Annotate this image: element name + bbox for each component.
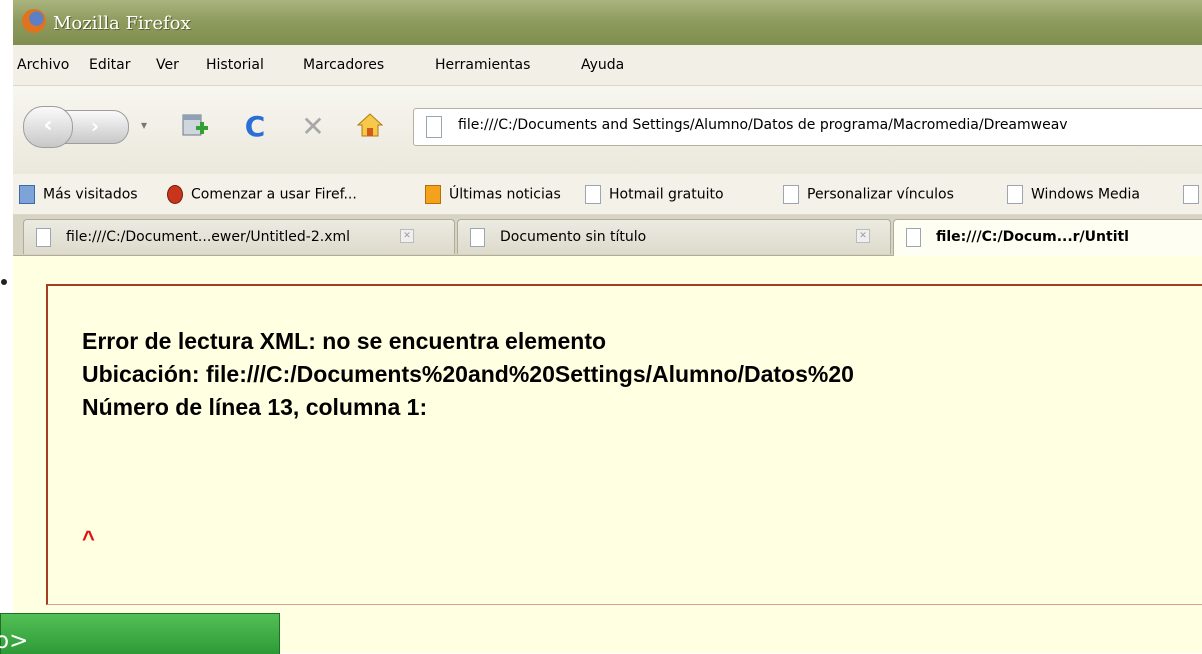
firefox-bookmark-icon — [167, 185, 183, 204]
history-dropdown-icon[interactable]: ▾ — [141, 118, 147, 132]
error-caret: ^ — [82, 526, 95, 551]
new-tab-icon[interactable] — [178, 110, 212, 144]
bookmark-windows-media[interactable]: Windows Media — [1007, 185, 1140, 204]
bookmark-comenzar[interactable]: Comenzar a usar Firef... — [167, 185, 357, 204]
bookmark-ultimas-noticias[interactable]: Últimas noticias — [425, 185, 561, 204]
back-arrow-icon[interactable]: ‹ — [23, 106, 73, 148]
bookmark-label: Hotmail gratuito — [609, 186, 724, 203]
tab-untitled-2-xml[interactable]: file:///C:/Document...ewer/Untitled-2.xm… — [23, 219, 455, 254]
back-forward-group: › ‹ ▾ — [23, 106, 183, 148]
menu-marcadores[interactable]: Marcadores — [303, 57, 384, 73]
home-icon[interactable] — [353, 110, 387, 144]
bookmark-label: Últimas noticias — [449, 186, 561, 203]
left-margin — [0, 0, 13, 653]
title-bar: Mozilla Firefox — [13, 0, 1202, 45]
bookmarks-toolbar: Más visitados Comenzar a usar Firef... Ú… — [13, 174, 1202, 215]
menu-archivo[interactable]: Archivo — [17, 57, 69, 73]
overlay-text: o> — [0, 628, 29, 654]
page-icon — [906, 228, 921, 247]
stop-icon[interactable]: ✕ — [296, 110, 330, 144]
tab-active-file[interactable]: file:///C:/Docum...r/Untitl — [893, 219, 1202, 256]
bookmark-label: Windows Media — [1031, 186, 1140, 203]
tab-label: Documento sin título — [500, 229, 647, 245]
url-bar[interactable]: file:///C:/Documents and Settings/Alumno… — [413, 108, 1202, 146]
menu-historial[interactable]: Historial — [206, 57, 264, 73]
green-overlay-tab[interactable]: o> — [0, 613, 280, 654]
bookmark-label: Comenzar a usar Firef... — [191, 186, 357, 203]
bookmark-label: Más visitados — [43, 186, 138, 203]
menu-ver[interactable]: Ver — [156, 57, 179, 73]
firefox-logo-icon — [22, 9, 46, 33]
page-icon — [1007, 185, 1023, 204]
error-location: Ubicación: file:///C:/Documents%20and%20… — [82, 361, 854, 387]
error-line-number: Número de línea 13, columna 1: — [82, 394, 428, 420]
url-input[interactable]: file:///C:/Documents and Settings/Alumno… — [458, 117, 1068, 133]
page-icon — [426, 116, 442, 138]
page-icon — [470, 228, 485, 247]
window-title: Mozilla Firefox — [53, 13, 191, 34]
tab-strip: file:///C:/Document...ewer/Untitled-2.xm… — [13, 215, 1202, 256]
error-title: Error de lectura XML: no se encuentra el… — [82, 328, 607, 354]
menu-editar[interactable]: Editar — [89, 57, 130, 73]
menu-herramientas[interactable]: Herramientas — [435, 57, 530, 73]
tab-documento-sin-titulo[interactable]: Documento sin título ✕ — [457, 219, 891, 254]
navigation-toolbar: › ‹ ▾ C ✕ file:///C:/Documents and Setti… — [13, 86, 1202, 175]
rss-feed-icon — [425, 185, 441, 204]
page-content: Error de lectura XML: no se encuentra el… — [13, 256, 1202, 653]
menu-bar: Archivo Editar Ver Historial Marcadores … — [13, 45, 1202, 86]
menu-ayuda[interactable]: Ayuda — [581, 57, 624, 73]
tab-label: file:///C:/Document...ewer/Untitled-2.xm… — [66, 229, 351, 245]
reload-icon[interactable]: C — [238, 110, 272, 144]
bookmark-hotmail[interactable]: Hotmail gratuito — [585, 185, 724, 204]
firefox-window: Mozilla Firefox Archivo Editar Ver Histo… — [13, 0, 1202, 653]
close-icon[interactable]: ✕ — [856, 229, 870, 243]
bookmark-label: Personalizar vínculos — [807, 186, 954, 203]
xml-error-box: Error de lectura XML: no se encuentra el… — [46, 284, 1202, 605]
bookmark-mas-visitados[interactable]: Más visitados — [19, 185, 138, 204]
page-icon — [783, 185, 799, 204]
bookmark-overflow[interactable] — [1183, 185, 1202, 204]
page-icon — [585, 185, 601, 204]
close-icon[interactable]: ✕ — [400, 229, 414, 243]
bookmark-personalizar[interactable]: Personalizar vínculos — [783, 185, 954, 204]
page-icon — [36, 228, 51, 247]
tab-label: file:///C:/Docum...r/Untitl — [936, 229, 1129, 245]
page-icon — [1183, 185, 1199, 204]
smart-folder-icon — [19, 185, 35, 204]
bullet-dot — [1, 279, 7, 285]
